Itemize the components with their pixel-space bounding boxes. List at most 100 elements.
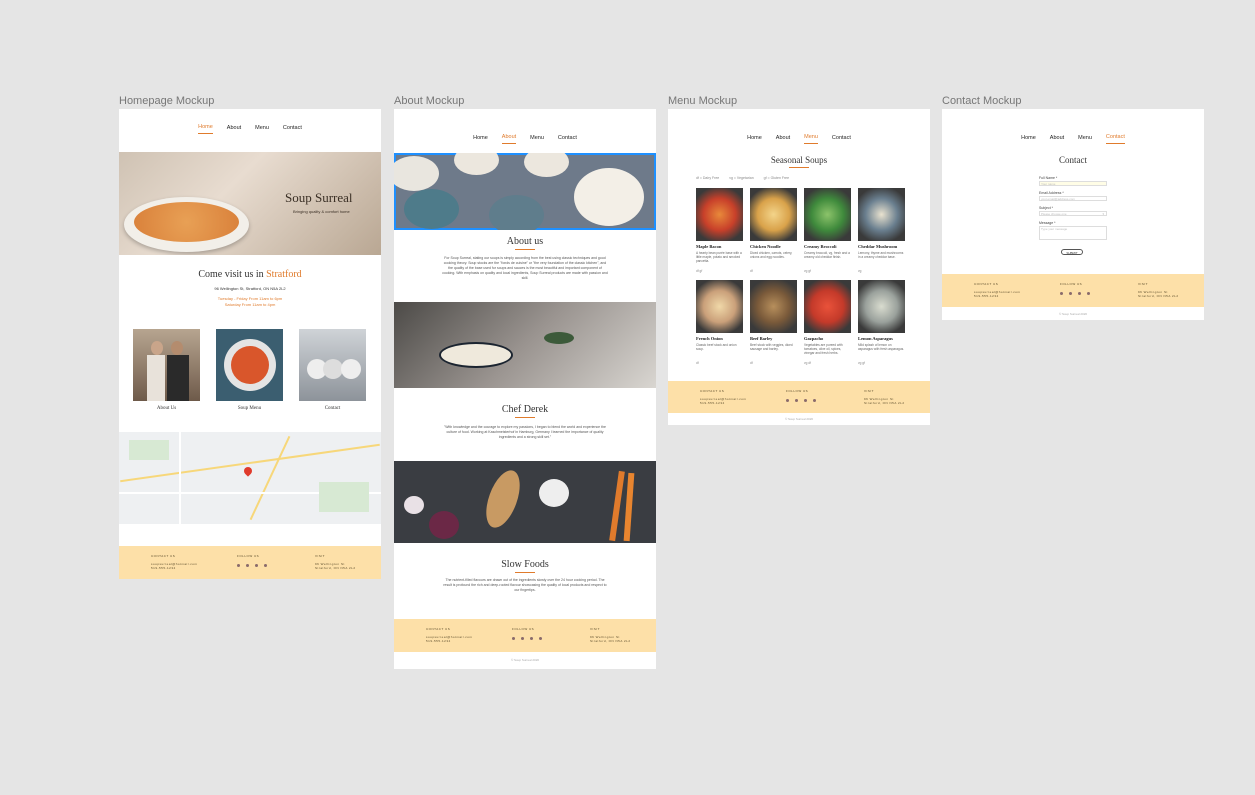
nav-contact[interactable]: Contact (558, 135, 577, 144)
soup-image (804, 280, 851, 333)
about-card-image[interactable] (133, 329, 200, 401)
nav-home[interactable]: Home (1021, 135, 1036, 144)
hours-2: Saturday From 11am to 4pm (224, 302, 276, 307)
submit-button[interactable]: SUBMIT (1061, 249, 1083, 255)
soup-tags: df (750, 269, 753, 273)
address: 96 Wellington St, Stratford, ON N5A 2L2 (214, 286, 286, 291)
soup-item[interactable]: Cheddar Mushroom Lemony, thyme and mushro… (858, 188, 905, 278)
nav-menu[interactable]: Menu (1078, 135, 1092, 144)
soup-image (696, 280, 743, 333)
instagram-icon[interactable] (1069, 292, 1072, 295)
soup-tags: vg df (804, 361, 811, 365)
menu-card-image[interactable] (216, 329, 283, 401)
soup-name: Lemon Asparagus (858, 336, 893, 341)
about-body: For Soup Surreal, stating our soups is s… (442, 256, 608, 280)
facebook-icon[interactable] (1060, 292, 1063, 295)
instagram-icon[interactable] (246, 564, 249, 567)
about-card-label[interactable]: About Us (133, 406, 200, 411)
nav-about[interactable]: About (501, 134, 517, 144)
frame-label-contact: Contact Mockup (942, 95, 1022, 107)
facebook-icon[interactable] (786, 399, 789, 402)
soup-description: Mild splash of lemon on asparagus with f… (858, 343, 905, 351)
chevron-down-icon: ▾ (1102, 212, 1104, 216)
nav-about[interactable]: About (776, 135, 790, 144)
soup-name: Creamy Broccoli (804, 244, 837, 249)
full-name-label: Full Name * (1039, 176, 1058, 180)
email-input[interactable]: your.email@address.com (1039, 196, 1107, 201)
soup-item[interactable]: French Onion Classic beef stock and onion… (696, 280, 743, 370)
about-footer: CONTACT US soupsurreal@hotmail.com 519-5… (394, 619, 656, 652)
message-label: Message * (1039, 221, 1056, 225)
soup-item[interactable]: Maple Bacon A hearty bean purée base with… (696, 188, 743, 278)
soup-item[interactable]: Beef Barley Beef stock with veggies, dice… (750, 280, 797, 370)
soup-description: Beef stock with veggies, diced sausage a… (750, 343, 793, 351)
twitter-icon[interactable] (255, 564, 258, 567)
menu-card-label[interactable]: Soup Menu (216, 406, 283, 411)
nav-contact[interactable]: Contact (1105, 134, 1125, 144)
soup-image (750, 188, 797, 241)
soup-image (804, 188, 851, 241)
soup-image (858, 280, 905, 333)
nav-contact[interactable]: Contact (283, 125, 302, 134)
footer-follow-col: FOLLOW US (237, 554, 267, 567)
twitter-icon[interactable] (530, 637, 533, 640)
nav-home[interactable]: Home (747, 135, 762, 144)
nav-menu[interactable]: Menu (255, 125, 269, 134)
footer-visit-col: VISIT 96 Wellington St Stratford, ON N5A… (315, 554, 356, 570)
soup-description: Vegetables are pureed with tomatoes, oli… (804, 343, 843, 355)
message-textarea[interactable]: Type your message (1039, 226, 1107, 240)
contact-footer: CONTACT US soupsurreal@hotmail.com 519-5… (942, 274, 1204, 307)
soup-item[interactable]: Lemon Asparagus Mild splash of lemon on a… (858, 280, 905, 370)
soup-item[interactable]: Gazpacho Vegetables are pureed with tomat… (804, 280, 851, 370)
twitter-icon[interactable] (1078, 292, 1081, 295)
chef-title: Chef Derek (394, 404, 656, 418)
subject-select[interactable]: Please choose one ▾ (1039, 211, 1107, 216)
instagram-icon[interactable] (795, 399, 798, 402)
youtube-icon[interactable] (539, 637, 542, 640)
hero-image: Soup Surreal Bringing quality & comfort … (119, 152, 381, 255)
soup-tags: df (696, 361, 699, 365)
soup-tags: df gf (696, 269, 703, 273)
soup-item[interactable]: Creamy Broccoli Creamy broccoli, vg, fres… (804, 188, 851, 278)
map[interactable] (119, 432, 381, 524)
facebook-icon[interactable] (237, 564, 240, 567)
diet-legend: df = Dairy Free vg = Vegetarian gf = Glute… (696, 176, 790, 180)
contact-card-image[interactable] (299, 329, 366, 401)
twitter-icon[interactable] (804, 399, 807, 402)
soup-image (696, 188, 743, 241)
nav-home[interactable]: Home (473, 135, 488, 144)
nav-about[interactable]: About (227, 125, 241, 134)
about-hero-image-selected[interactable] (394, 153, 656, 230)
email-label: Email Address * (1039, 191, 1064, 195)
contact-card-label[interactable]: Contact (299, 406, 366, 411)
footer-contact-col: CONTACT US soupsurreal@hotmail.com 519-5… (151, 554, 198, 570)
youtube-icon[interactable] (264, 564, 267, 567)
youtube-icon[interactable] (1087, 292, 1090, 295)
youtube-icon[interactable] (813, 399, 816, 402)
soup-description: Lemony, thyme and mushrooms in a creamy … (858, 251, 904, 259)
contact-mockup-frame[interactable]: Home About Menu Contact Contact Full Nam… (942, 109, 1204, 320)
about-mockup-frame[interactable]: Home About Menu Contact About us For Sou… (394, 109, 656, 669)
nav-menu[interactable]: Menu (530, 135, 544, 144)
home-footer: CONTACT US soupsurreal@hotmail.com 519-5… (119, 546, 381, 579)
soup-description: Classic beef stock and onion soup. (696, 343, 737, 351)
nav-menu[interactable]: Menu (804, 134, 818, 144)
nav-about[interactable]: About (1050, 135, 1064, 144)
menu-title: Seasonal Soups (668, 155, 930, 168)
soup-item[interactable]: Chicken Noodle Diced chicken, carrots, ce… (750, 188, 797, 278)
facebook-icon[interactable] (512, 637, 515, 640)
nav-contact[interactable]: Contact (832, 135, 851, 144)
cooking-image (394, 302, 656, 388)
full-name-input[interactable]: Your name (1039, 181, 1107, 186)
home-nav: Home About Menu Contact (119, 109, 381, 149)
soup-name: Gazpacho (804, 336, 824, 341)
instagram-icon[interactable] (521, 637, 524, 640)
about-copyright: © Soup Surreal 2020 (510, 658, 540, 662)
hours-1: Tuesday - Friday From 11am to 6pm (217, 296, 283, 301)
ingredients-image (394, 461, 656, 543)
menu-mockup-frame[interactable]: Home About Menu Contact Seasonal Soups d… (668, 109, 930, 425)
nav-home[interactable]: Home (198, 124, 213, 134)
homepage-mockup-frame[interactable]: Home About Menu Contact Soup Surreal Bri… (119, 109, 381, 579)
map-pin-icon[interactable] (242, 465, 254, 477)
chef-body: "With knowledge and the courage to explo… (444, 425, 606, 439)
